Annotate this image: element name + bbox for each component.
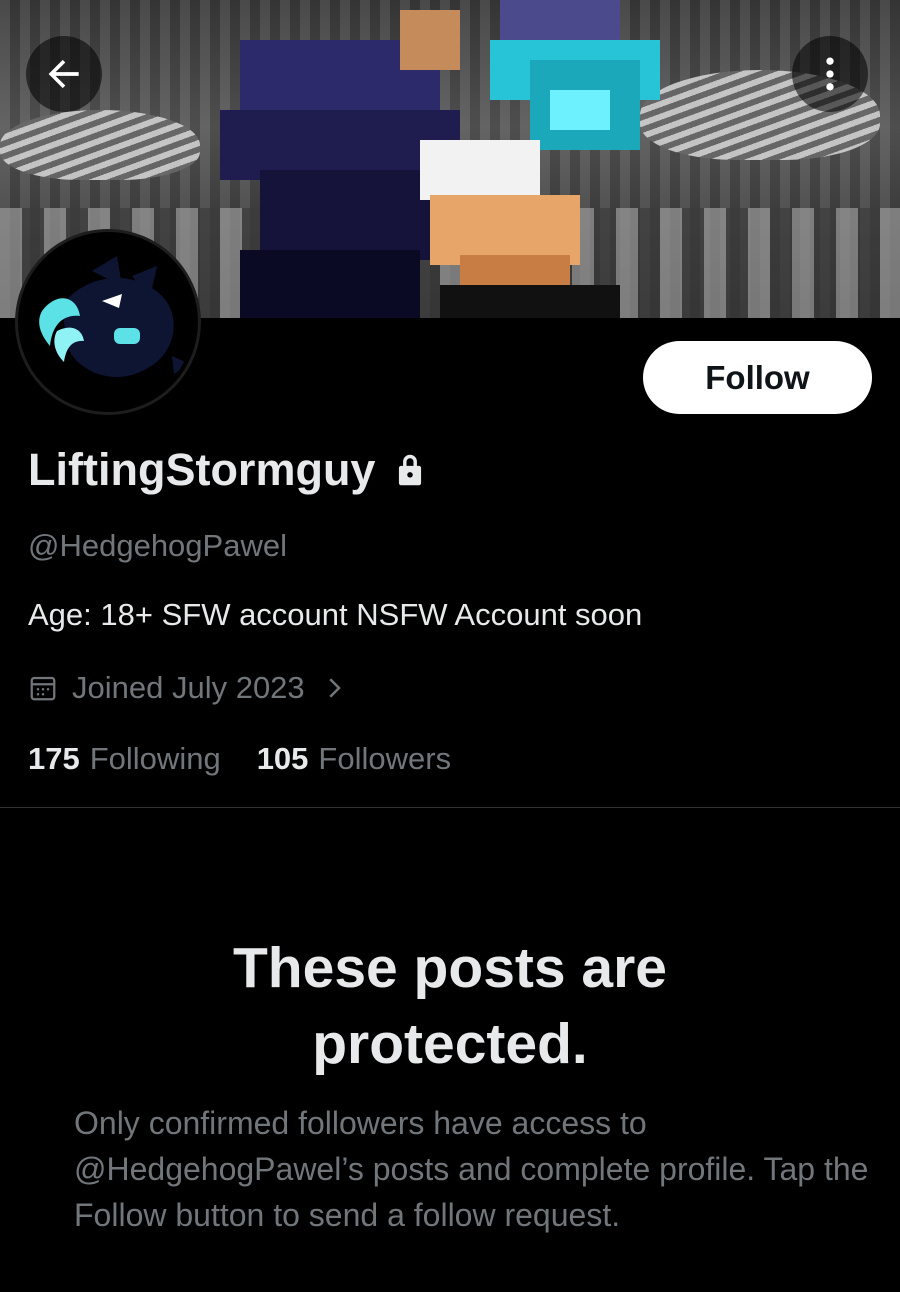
profile-avatar[interactable] <box>18 232 198 412</box>
follow-stats: 175 Following 105 Followers <box>28 741 451 777</box>
profile-bio: Age: 18+ SFW account NSFW Account soon <box>28 597 643 632</box>
profile-handle: @HedgehogPawel <box>28 528 287 563</box>
arrow-left-icon <box>48 59 79 89</box>
joined-date: Joined July 2023 <box>72 670 305 705</box>
more-options-button[interactable] <box>792 36 868 112</box>
banner-cloud-left <box>0 110 200 180</box>
following-label: Following <box>89 741 221 776</box>
followers-label: Followers <box>318 741 452 776</box>
chevron-right-icon <box>329 678 341 698</box>
following-count: 175 <box>28 741 80 776</box>
back-button[interactable] <box>26 36 102 112</box>
followers-stat[interactable]: 105 Followers <box>257 741 451 777</box>
profile-display-name-row: LiftingStormguy <box>28 444 427 496</box>
joined-date-row[interactable]: Joined July 2023 <box>28 670 349 706</box>
display-name: LiftingStormguy <box>28 444 376 495</box>
more-vertical-icon <box>826 57 834 91</box>
banner-pixel-character <box>220 0 660 318</box>
lock-icon <box>399 454 422 486</box>
followers-count: 105 <box>256 741 309 776</box>
calendar-icon <box>30 676 56 701</box>
section-divider <box>0 807 900 808</box>
protected-posts-title: These posts are protected. <box>232 936 667 1076</box>
avatar-image <box>22 236 194 408</box>
following-stat[interactable]: 175 Following <box>28 741 221 777</box>
protected-posts-description: Only confirmed followers have access to … <box>74 1105 869 1233</box>
follow-button[interactable]: Follow <box>643 341 872 414</box>
